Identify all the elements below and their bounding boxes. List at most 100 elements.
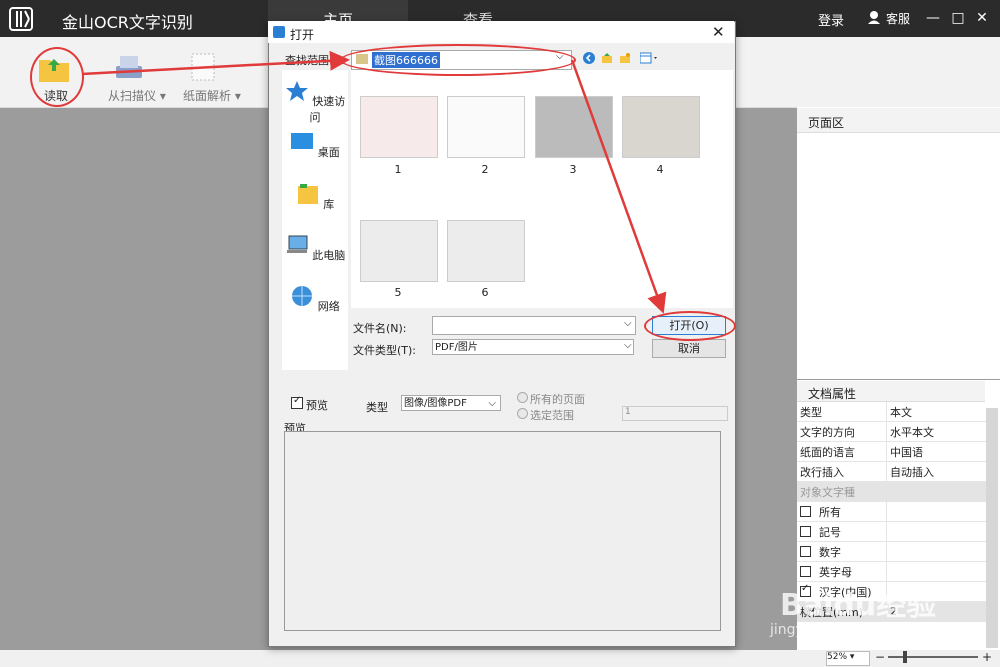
type-select[interactable]: 图像/图像PDF ⌵	[401, 395, 501, 411]
annotation-circle-read	[30, 47, 84, 107]
check-cell[interactable]: 英字母	[797, 561, 887, 582]
zoom-value: 52%	[827, 652, 848, 662]
check-row[interactable]: 数字	[797, 541, 986, 562]
zoom-out-button[interactable]: −	[875, 650, 885, 664]
preview-checkbox[interactable]	[291, 395, 303, 409]
watermark-logo: Baidu经验	[780, 588, 937, 623]
select-range-label: 选定范围	[530, 409, 574, 422]
login-link[interactable]: 登录	[818, 10, 844, 29]
customer-service-icon[interactable]	[866, 9, 882, 25]
type-select-value: 图像/图像PDF	[404, 398, 467, 409]
file-name[interactable]: 2	[447, 163, 523, 176]
new-folder-icon[interactable]	[619, 52, 631, 64]
prop-key: 纸面的语言	[797, 441, 887, 462]
file-thumbnail[interactable]	[535, 96, 613, 158]
file-name[interactable]: 1	[360, 163, 436, 176]
check-label: 記号	[819, 525, 841, 539]
all-pages-radio[interactable]	[517, 392, 528, 403]
computer-icon	[286, 235, 308, 253]
dialog-close-icon[interactable]: ✕	[712, 23, 725, 41]
checkbox[interactable]	[800, 565, 811, 577]
prop-value[interactable]: 本文	[886, 402, 986, 422]
zoom-slider-thumb[interactable]	[903, 651, 907, 663]
select-range-radio[interactable]	[517, 408, 528, 419]
watermark-url: jingyan.baidu.com	[770, 622, 900, 638]
dialog-app-icon	[273, 26, 285, 38]
place-label: 库	[323, 198, 335, 211]
place-library[interactable]: 库	[282, 183, 348, 212]
chevron-down-icon[interactable]: ⌵	[624, 318, 632, 329]
prop-value[interactable]: 水平本文	[886, 421, 986, 442]
file-name[interactable]: 4	[622, 163, 698, 176]
check-label: 所有	[819, 505, 841, 519]
maximize-button[interactable]: □	[948, 8, 968, 28]
prop-value[interactable]: 中国语	[886, 441, 986, 462]
view-menu-icon[interactable]	[640, 52, 660, 64]
page-area-panel	[797, 107, 1000, 379]
properties-scrollbar[interactable]	[986, 408, 998, 648]
file-thumbnail[interactable]	[447, 96, 525, 158]
check-row[interactable]: 所有	[797, 501, 986, 522]
prop-row[interactable]: 类型 本文	[797, 402, 986, 422]
place-network[interactable]: 网络	[282, 285, 348, 314]
star-icon	[285, 81, 308, 101]
app-logo-icon	[9, 7, 33, 31]
app-title: 金山OCR文字识别	[62, 13, 193, 32]
minimize-button[interactable]: —	[923, 8, 943, 28]
checkbox[interactable]	[800, 505, 811, 517]
place-label: 网络	[317, 300, 340, 313]
file-thumbnail[interactable]	[447, 220, 525, 282]
lookin-label: 查找范围(I):	[285, 54, 345, 67]
back-icon[interactable]	[583, 52, 595, 64]
library-icon	[297, 184, 318, 204]
check-row[interactable]: 英字母	[797, 561, 986, 582]
file-name[interactable]: 6	[447, 286, 523, 299]
prop-value[interactable]: 自动插入	[886, 461, 986, 482]
prop-key: 改行插入	[797, 461, 887, 482]
file-thumbnail[interactable]	[360, 96, 438, 158]
place-label: 快速访问	[309, 95, 346, 124]
prop-key: 文字的方向	[797, 421, 887, 442]
prop-row[interactable]: 文字的方向 水平本文	[797, 421, 986, 442]
scanner-icon[interactable]	[114, 52, 144, 82]
check-row[interactable]: 記号	[797, 521, 986, 542]
check-cell[interactable]: 数字	[797, 541, 887, 562]
checkbox[interactable]	[800, 525, 811, 537]
place-desktop[interactable]: 桌面	[282, 131, 348, 160]
file-thumbnail[interactable]	[622, 96, 700, 158]
prop-row[interactable]: 纸面的语言 中国语	[797, 441, 986, 462]
all-pages-label: 所有的页面	[530, 393, 585, 406]
paper-analysis-icon[interactable]	[190, 52, 216, 82]
zoom-slider-track[interactable]	[888, 656, 978, 658]
filetype-label: 文件类型(T):	[353, 344, 417, 357]
preview-area	[284, 431, 721, 631]
cancel-button[interactable]: 取消	[652, 339, 726, 358]
doc-properties-title: 文档属性	[808, 387, 857, 401]
place-label: 桌面	[317, 146, 340, 159]
zoom-select[interactable]: 52% ▾	[826, 651, 870, 666]
place-this-pc[interactable]: 此电脑	[282, 234, 348, 263]
place-quick-access[interactable]: 快速访问	[282, 80, 348, 125]
filetype-select[interactable]: PDF/图片	[432, 339, 634, 355]
chevron-down-icon[interactable]: ⌵	[624, 340, 632, 351]
check-label: 数字	[819, 545, 841, 559]
paper-analysis-button[interactable]: 纸面解析 ▾	[183, 87, 241, 104]
prop-row[interactable]: 改行插入 自动插入	[797, 461, 986, 482]
filename-input[interactable]	[432, 316, 636, 335]
checkbox[interactable]	[800, 545, 811, 557]
close-button[interactable]: ✕	[972, 8, 992, 28]
file-name[interactable]: 5	[360, 286, 436, 299]
check-cell[interactable]: 所有	[797, 501, 887, 522]
check-label: 英字母	[819, 565, 852, 579]
desktop-icon	[291, 133, 314, 149]
up-folder-icon[interactable]	[601, 52, 613, 64]
zoom-in-button[interactable]: +	[982, 650, 992, 664]
range-input[interactable]: 1	[622, 406, 728, 421]
check-cell[interactable]: 記号	[797, 521, 887, 542]
scanner-button[interactable]: 从扫描仪 ▾	[108, 87, 166, 104]
file-name[interactable]: 3	[535, 163, 611, 176]
customer-service-link[interactable]: 客服	[886, 10, 910, 27]
file-thumbnail[interactable]	[360, 220, 438, 282]
filename-label: 文件名(N):	[353, 322, 407, 335]
annotation-circle-open	[644, 311, 736, 341]
